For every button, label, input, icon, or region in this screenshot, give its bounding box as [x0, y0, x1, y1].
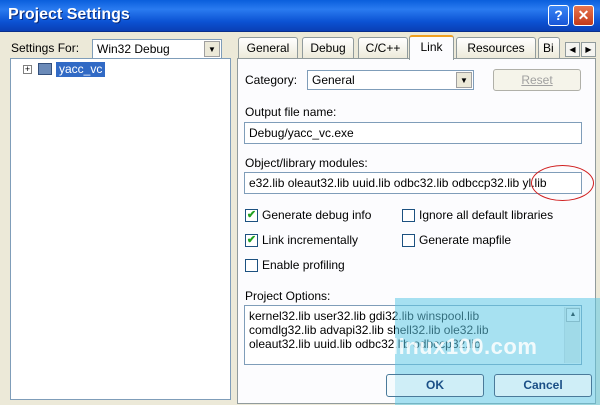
tab-c-cpp[interactable]: C/C++ [358, 37, 408, 59]
link-incrementally-checkbox[interactable]: ✔ [245, 234, 258, 247]
close-button[interactable]: ✕ [573, 5, 594, 26]
tab-debug[interactable]: Debug [302, 37, 354, 59]
category-dropdown[interactable]: General ▼ [307, 70, 474, 90]
generate-mapfile-label: Generate mapfile [419, 233, 512, 247]
tab-scroll-right-icon[interactable]: ▶ [581, 42, 596, 57]
chevron-down-icon[interactable]: ▼ [456, 72, 472, 88]
ignore-default-libraries-checkbox[interactable] [402, 209, 415, 222]
link-incrementally-label: Link incrementally [262, 233, 359, 247]
output-file-field[interactable]: Debug/yacc_vc.exe [244, 122, 582, 144]
tab-browse-info[interactable]: Bi [538, 37, 560, 59]
tree-item-yacc-vc[interactable]: yacc_vc [56, 62, 106, 77]
tab-general[interactable]: General [238, 37, 298, 59]
modules-value: e32.lib oleaut32.lib uuid.lib odbc32.lib… [249, 176, 547, 190]
annotation-circle [531, 165, 594, 201]
ignore-default-libraries-label: Ignore all default libraries [419, 208, 554, 222]
generate-mapfile-checkbox[interactable] [402, 234, 415, 247]
cancel-button[interactable]: Cancel [494, 374, 592, 397]
category-value: General [312, 73, 355, 87]
cancel-label: Cancel [523, 378, 563, 392]
title-bar: Project Settings ? ✕ [0, 0, 600, 32]
category-label: Category: [245, 73, 298, 87]
tab-resources[interactable]: Resources [456, 37, 536, 59]
generate-debug-info-label: Generate debug info [262, 208, 372, 222]
project-tree[interactable]: + yacc_vc [10, 58, 231, 400]
tab-link[interactable]: Link [409, 35, 454, 60]
enable-profiling-checkbox[interactable] [245, 259, 258, 272]
help-button[interactable]: ? [548, 5, 569, 26]
generate-debug-info-checkbox[interactable]: ✔ [245, 209, 258, 222]
reset-label: Reset [521, 73, 553, 87]
settings-for-label: Settings For: [11, 41, 80, 55]
ok-label: OK [426, 378, 444, 392]
watermark-text: linux100.com [392, 334, 538, 359]
project-icon [38, 63, 52, 75]
chevron-down-icon[interactable]: ▼ [204, 41, 220, 57]
tree-expand-icon[interactable]: + [23, 65, 32, 74]
settings-for-dropdown[interactable]: Win32 Debug ▼ [92, 39, 222, 59]
settings-for-value: Win32 Debug [97, 42, 170, 56]
enable-profiling-label: Enable profiling [262, 258, 345, 272]
modules-label: Object/library modules: [245, 156, 368, 170]
reset-button[interactable]: Reset [493, 69, 581, 91]
output-file-label: Output file name: [245, 105, 337, 119]
tab-scroll-left-icon[interactable]: ◀ [565, 42, 580, 57]
window-title: Project Settings [8, 6, 130, 23]
project-options-label: Project Options: [245, 289, 331, 303]
ok-button[interactable]: OK [386, 374, 484, 397]
